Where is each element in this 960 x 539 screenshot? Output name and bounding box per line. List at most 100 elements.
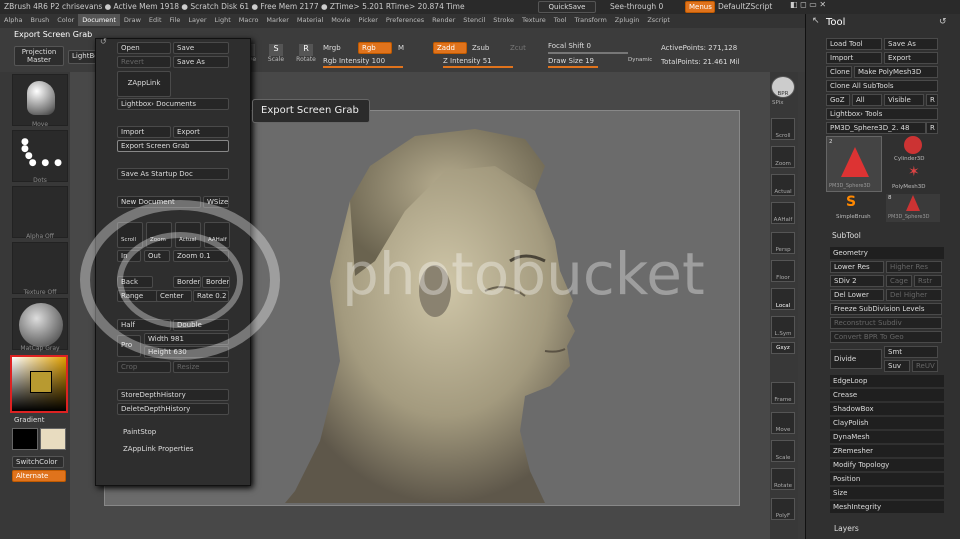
sdiv-slider[interactable]: SDiv 2 [830,275,884,287]
layers-header[interactable]: Layers [834,524,859,533]
focal-shift-slider[interactable]: Focal Shift 0 [548,42,591,50]
persp-button[interactable]: Persp [771,232,795,254]
resize-button[interactable]: Resize [173,361,229,373]
texture-thumbnail[interactable] [12,242,68,294]
size-section[interactable]: Size [830,487,944,499]
see-through-slider[interactable]: See-through 0 [610,2,663,11]
cage-button[interactable]: Cage [886,275,912,287]
revert-button[interactable]: Revert [117,56,171,68]
current-tool-r-button[interactable]: R [926,122,938,134]
reuv-button[interactable]: ReUV [912,360,938,372]
zremesher-section[interactable]: ZRemesher [830,445,944,457]
store-depth-history-button[interactable]: StoreDepthHistory [117,389,229,401]
doc-actual-button[interactable]: Actual [175,222,201,248]
tool-export-button[interactable]: Export [884,52,938,64]
draw-size-slider[interactable]: Draw Size 19 [548,57,594,65]
menu-zplugin[interactable]: Zplugin [611,14,644,26]
tool-thumb-sphere-active[interactable]: 2 PM3D_Sphere3D [826,136,882,192]
zapplink-properties-item[interactable]: ZAppLink Properties [123,445,193,453]
scale-button[interactable]: S Scale [266,44,286,63]
palette-pin-icon[interactable]: ↖ [812,16,820,26]
meshintegrity-section[interactable]: MeshIntegrity [830,501,944,513]
bpr-button[interactable]: BPR [771,76,795,98]
lightbox-documents-button[interactable]: Lightbox› Documents [117,98,229,110]
zadd-button[interactable]: Zadd [433,42,467,54]
menu-movie[interactable]: Movie [327,14,354,26]
palette-refresh-icon[interactable]: ↺ [939,17,947,27]
main-color-swatch[interactable] [12,428,38,450]
menu-material[interactable]: Material [293,14,327,26]
new-document-button[interactable]: New Document [117,196,201,208]
menu-render[interactable]: Render [428,14,459,26]
open-button[interactable]: Open [117,42,171,54]
spix-slider[interactable]: SPix [772,100,783,106]
local-button[interactable]: Local [771,288,795,310]
clone-button[interactable]: Clone [826,66,852,78]
menu-brush[interactable]: Brush [26,14,53,26]
brush-thumbnail[interactable] [12,74,68,126]
tool-thumb-polymesh[interactable]: ✶ PolyMesh3D [886,164,940,192]
tool-thumb-sphere2[interactable]: 8 PM3D_Sphere3D [886,194,940,222]
edgeloop-section[interactable]: EdgeLoop [830,375,944,387]
tool-thumb-cylinder[interactable]: Cylinder3D [886,136,940,164]
rgb-button[interactable]: Rgb [358,42,392,54]
suv-button[interactable]: Suv [884,360,910,372]
menu-picker[interactable]: Picker [355,14,382,26]
menu-stroke[interactable]: Stroke [489,14,518,26]
zoom-slider[interactable]: Zoom 0.1 [173,250,229,262]
floor-button[interactable]: Floor [771,260,795,282]
border-button[interactable]: Border [173,276,201,288]
center-slider[interactable]: Center [156,290,192,302]
subtool-header[interactable]: SubTool [832,231,861,240]
menu-texture[interactable]: Texture [518,14,550,26]
polyf-button[interactable]: PolyF [771,498,795,520]
import-button[interactable]: Import [117,126,171,138]
del-higher-button[interactable]: Del Higher [886,289,942,301]
goz-all-button[interactable]: All [852,94,882,106]
zoom-button[interactable]: Zoom [771,146,795,168]
switchcolor-button[interactable]: SwitchColor [12,456,64,468]
palette-refresh-icon[interactable]: ↺ [100,37,107,46]
zcut-button[interactable]: Zcut [510,44,526,52]
scale-view-button[interactable]: Scale [771,440,795,462]
height-slider[interactable]: Height 630 [144,346,229,358]
make-polymesh-button[interactable]: Make PolyMesh3D [854,66,938,78]
menu-marker[interactable]: Marker [262,14,292,26]
color-picker[interactable] [10,355,68,413]
geometry-header[interactable]: Geometry [830,247,944,259]
half-button[interactable]: Half [117,319,171,331]
rgb-intensity-slider[interactable]: Rgb Intensity 100 [323,57,385,65]
menu-preferences[interactable]: Preferences [382,14,428,26]
goz-visible-button[interactable]: Visible [884,94,924,106]
position-section[interactable]: Position [830,473,944,485]
actual-button[interactable]: Actual [771,174,795,196]
secondary-color-swatch[interactable] [40,428,66,450]
lsym-button[interactable]: L.Sym [771,316,795,338]
menu-transform[interactable]: Transform [570,14,610,26]
tool-import-button[interactable]: Import [826,52,882,64]
width-slider[interactable]: Width 981 [144,333,229,345]
save-button[interactable]: Save [173,42,229,54]
move-view-button[interactable]: Move [771,412,795,434]
pro-button[interactable]: Pro [117,335,141,357]
current-tool-slider[interactable]: PM3D_Sphere3D_2. 48 [826,122,926,134]
zapplink-button[interactable]: ZAppLink [117,71,171,97]
mrgb-button[interactable]: Mrgb [323,44,341,52]
goz-button[interactable]: GoZ [826,94,850,106]
menu-stencil[interactable]: Stencil [459,14,489,26]
del-lower-button[interactable]: Del Lower [830,289,884,301]
save-as-startup-doc-button[interactable]: Save As Startup Doc [117,168,229,180]
menu-tool[interactable]: Tool [550,14,571,26]
menu-macro[interactable]: Macro [235,14,263,26]
zoom-in-button[interactable]: In [117,250,141,262]
save-as-button[interactable]: Save As [173,56,229,68]
claypolish-section[interactable]: ClayPolish [830,417,944,429]
frame-button[interactable]: Frame [771,382,795,404]
export-button[interactable]: Export [173,126,229,138]
dynamesh-section[interactable]: DynaMesh [830,431,944,443]
delete-depth-history-button[interactable]: DeleteDepthHistory [117,403,229,415]
lower-res-button[interactable]: Lower Res [830,261,884,273]
menu-alpha[interactable]: Alpha [0,14,26,26]
crop-button[interactable]: Crop [117,361,171,373]
export-screen-grab-button[interactable]: Export Screen Grab [117,140,229,152]
